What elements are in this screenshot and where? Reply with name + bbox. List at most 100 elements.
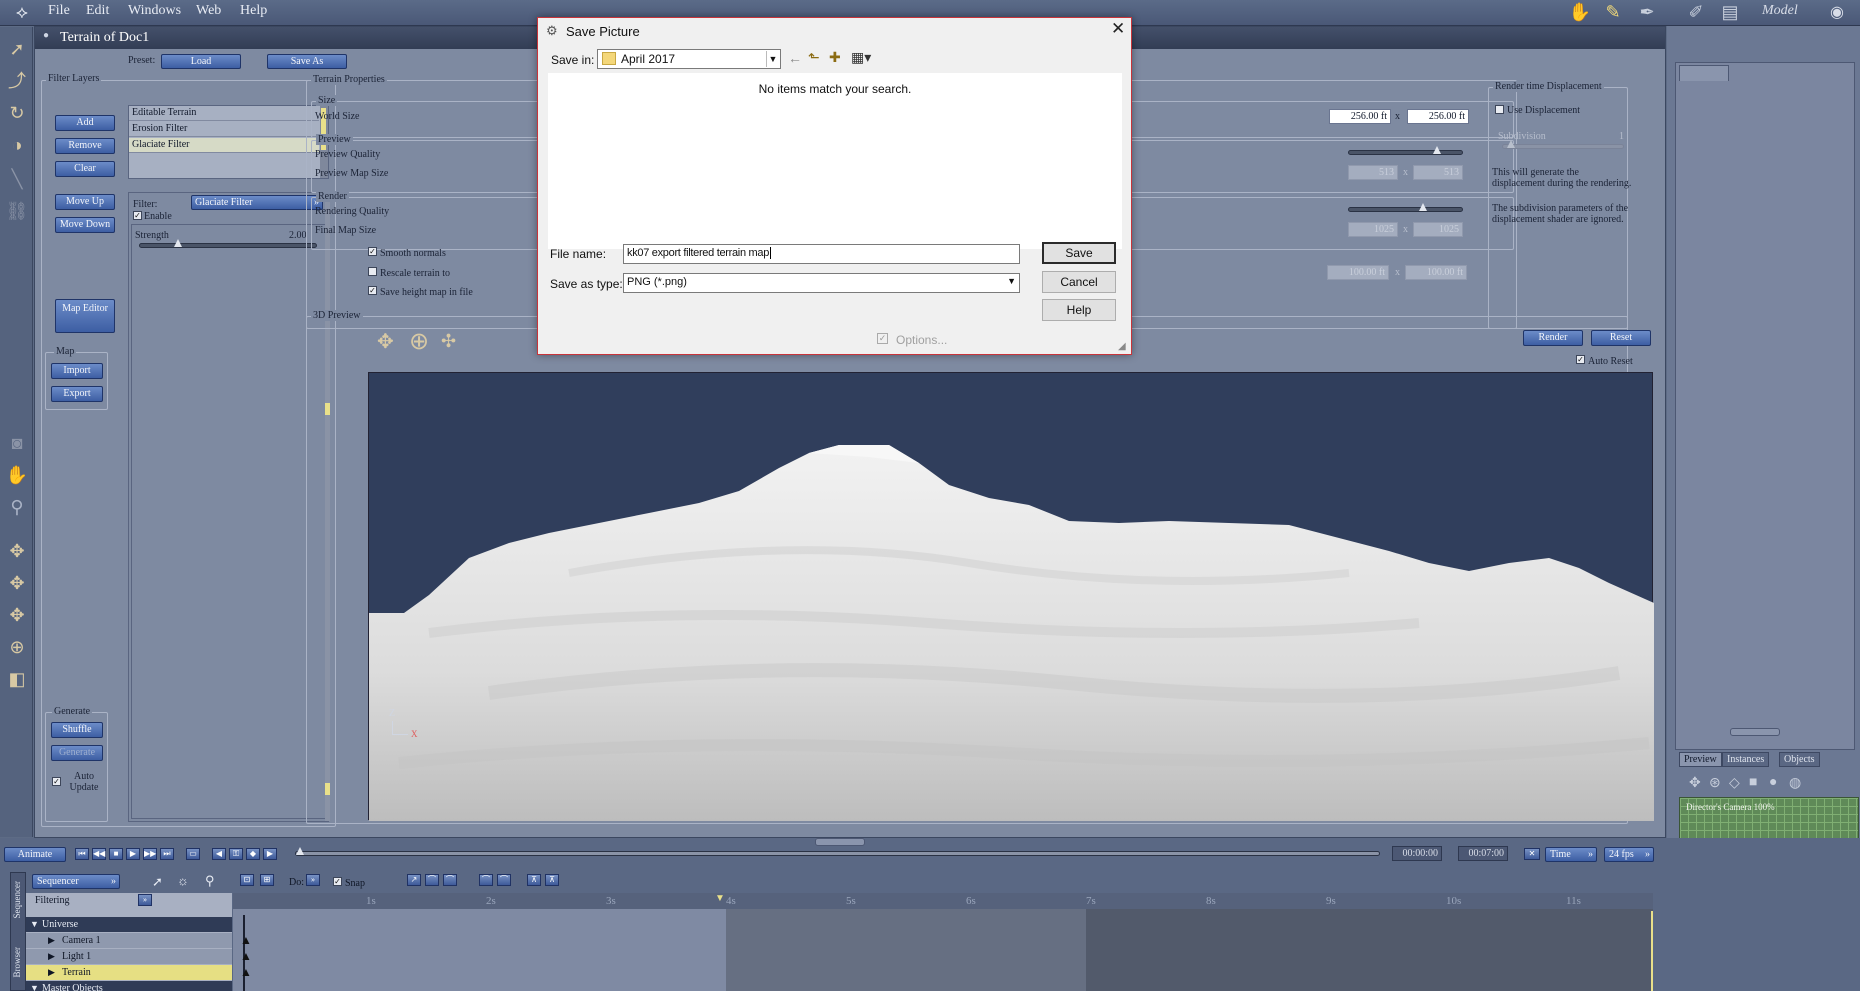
move-down-button[interactable]: Move Down [55,217,115,233]
keyframe-icon[interactable]: ▲ [240,949,252,964]
end-time-field[interactable]: 00:07:00 [1458,846,1508,861]
curve-in-icon[interactable]: ⌒ [479,874,493,886]
preview-quality-slider[interactable] [1348,146,1463,155]
tab-instances[interactable]: Instances [1722,752,1770,767]
clapper-mode-icon[interactable]: ▤ [1718,2,1742,24]
hand-tool-icon[interactable]: ✋ [1568,2,1592,24]
import-map-button[interactable]: Import [51,363,103,379]
key-distribute-icon[interactable]: ⊼ [545,874,559,886]
box-tool-icon[interactable]: ◧ [5,667,29,691]
wand-tool-icon[interactable]: ╲ [5,167,29,191]
expand-down-icon[interactable]: ▼ [30,917,39,932]
right-panel-tab[interactable] [1679,65,1729,81]
hand-pan-icon[interactable]: ✋ [5,463,29,487]
shuffle-button[interactable]: Shuffle [51,722,103,738]
current-time-field[interactable]: 00:00:00 [1392,846,1442,861]
key-icon[interactable]: ⚿ [229,848,243,860]
auto-update-checkbox[interactable]: ✓ [52,777,61,786]
rescale-y-input[interactable]: 100.00 ft [1405,265,1467,280]
wire-cube-icon[interactable]: ◇ [1729,775,1740,792]
layer-item[interactable]: Erosion Filter [129,122,319,137]
expand-down-icon[interactable]: ▼ [30,981,39,991]
save-button[interactable]: Save [1042,242,1116,264]
snap-checkbox[interactable]: ✓ [333,877,342,886]
rotate-camera-icon[interactable]: ⊕ [409,327,429,356]
timeline-splitter-handle[interactable] [815,838,865,846]
filtering-dropdown-icon[interactable]: » [138,894,152,906]
animate-button[interactable]: Animate [4,847,66,862]
timeline-track[interactable]: ▲ ▲ ▲ ▼ [233,893,1653,991]
clear-filter-button[interactable]: Clear [55,161,115,177]
move-tool-icon[interactable]: ✥ [5,539,29,563]
terrain-3d-viewport[interactable]: Z X [368,372,1654,821]
browser-side-tab[interactable]: Browser [12,947,22,978]
film-mode-icon[interactable]: ✐ [1684,2,1708,24]
menu-web[interactable]: Web [196,3,221,19]
expand-right-icon[interactable]: ▶ [48,933,55,948]
curve-out-icon[interactable]: ⌒ [497,874,511,886]
add-key-icon[interactable]: ◆ [246,848,260,860]
export-map-button[interactable]: Export [51,386,103,402]
go-end-icon[interactable]: ⏭ [160,848,174,860]
layer-item[interactable]: Editable Terrain [129,106,319,121]
shaded-sphere-icon[interactable]: ◍ [1789,775,1801,792]
keyframe-icon[interactable]: ▲ [240,965,252,980]
move-plane-icon[interactable]: ✥ [5,571,29,595]
options-checkbox[interactable]: ✓ [877,333,888,344]
render-button[interactable]: Render [1523,330,1583,346]
fit-icon[interactable]: ⊡ [240,874,254,886]
move-axis-icon[interactable]: ✥ [5,603,29,627]
close-icon[interactable]: ✕ [1111,19,1125,39]
next-key-icon[interactable]: ▶ [263,848,277,860]
auto-reset-checkbox[interactable]: ✓ [1576,355,1585,364]
back-icon[interactable]: ← [788,50,802,66]
move-up-button[interactable]: Move Up [55,194,115,210]
sequencer-row[interactable]: ▶ Light 1 [26,949,232,964]
tab-objects[interactable]: Objects [1779,752,1820,767]
pan-view-icon[interactable]: ✥ [1689,775,1701,792]
strength-slider[interactable] [139,239,317,248]
move-camera-icon[interactable]: ✥ [377,329,394,354]
final-map-x-input[interactable]: 1025 [1348,222,1398,237]
arrow-tool-icon[interactable]: ➚ [5,37,29,61]
layer-item-selected[interactable]: Glaciate Filter [129,138,319,153]
brush-mode-icon[interactable]: ✎ [1601,2,1625,24]
world-size-x-input[interactable]: 256.00 ft [1329,109,1391,124]
play-icon[interactable]: ▶ [126,848,140,860]
sphere-tool-icon[interactable]: ⊕ [5,635,29,659]
menu-help[interactable]: Help [240,3,267,19]
sequencer-row[interactable]: ▶ Camera 1 [26,933,232,948]
sequencer-dropdown[interactable]: Sequencer» [32,874,120,889]
preview-map-y-input[interactable]: 513 [1413,165,1463,180]
sequencer-row[interactable]: ▼ Master Objects [26,981,232,991]
rendering-quality-slider[interactable] [1348,203,1463,212]
generate-button[interactable]: Generate [51,745,103,761]
sequencer-side-tab[interactable]: Sequencer [12,881,22,918]
final-map-y-input[interactable]: 1025 [1413,222,1463,237]
smooth-normals-checkbox[interactable]: ✓ [368,247,377,256]
new-folder-icon[interactable]: ✚ [829,49,841,66]
zoom-icon[interactable]: ⚲ [205,873,215,889]
dolly-camera-icon[interactable]: ✣ [441,331,456,352]
solid-cube-icon[interactable]: ■ [1749,775,1757,791]
tab-preview[interactable]: Preview [1679,752,1722,767]
curve-ease-icon[interactable]: ⌒ [425,874,439,886]
sequencer-row[interactable]: ▶ Terrain [26,965,232,980]
grid-icon[interactable]: ⊞ [260,874,274,886]
rotate-tool-icon[interactable]: ⤴ [5,69,29,93]
menu-edit[interactable]: Edit [86,3,109,19]
help-button[interactable]: Help [1042,299,1116,321]
do-dropdown-icon[interactable]: » [306,874,320,886]
light-icon[interactable]: ☼ [177,873,189,889]
reset-button[interactable]: Reset [1591,330,1651,346]
zoom-tool-icon[interactable]: ⚲ [5,495,29,519]
up-folder-icon[interactable]: ⬑ [808,49,820,66]
panel-splitter-handle[interactable] [1730,728,1780,736]
save-as-type-dropdown[interactable]: PNG (*.png) ▼ [623,273,1020,293]
select-arrow-icon[interactable]: ➚ [152,874,163,890]
camera-tool-icon[interactable]: ◙ [5,431,29,455]
curve-smooth-icon[interactable]: ⌒ [443,874,457,886]
torus-tool-icon[interactable]: ◑ [5,133,29,157]
time-mode-dropdown[interactable]: Time» [1545,847,1597,862]
preset-load-button[interactable]: Load [161,54,241,69]
